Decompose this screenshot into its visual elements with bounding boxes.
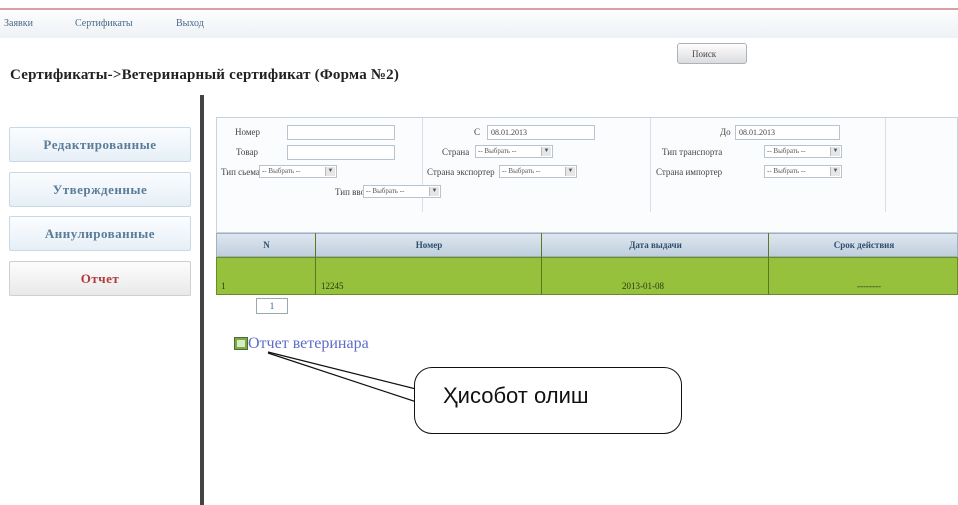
cell-date: 2013-01-08: [622, 281, 664, 291]
cell-srok: --------: [857, 281, 881, 291]
column-separator: [768, 233, 769, 295]
c-label: С: [474, 127, 481, 137]
tip-transporta-label: Тип транспорта: [662, 147, 723, 157]
select-value: -- Выбрать --: [366, 187, 405, 195]
select-value: -- Выбрать --: [767, 167, 806, 175]
nomer-label: Номер: [235, 127, 261, 137]
date-from-input[interactable]: 08.01.2013: [487, 125, 595, 140]
nav-zayavki[interactable]: Заявки: [4, 18, 33, 29]
select-value: -- Выбрать --: [262, 167, 301, 175]
dropdown-arrow-icon: ▼: [541, 147, 551, 156]
select-value: -- Выбрать --: [502, 167, 541, 175]
column-separator: [315, 233, 316, 295]
nomer-input[interactable]: [287, 125, 395, 140]
col-date-header: Дата выдачи: [629, 240, 682, 250]
dropdown-arrow-icon: ▼: [565, 167, 575, 176]
pager-page-1[interactable]: 1: [256, 298, 288, 314]
select-value: -- Выбрать --: [478, 147, 517, 155]
filter-divider: [885, 118, 886, 212]
nav-certificates[interactable]: Сертификаты: [75, 18, 133, 29]
dropdown-arrow-icon: ▼: [830, 147, 840, 156]
tovar-input[interactable]: [287, 145, 395, 160]
strana-exporter-label: Страна экспортер: [427, 167, 495, 177]
table-header: N Номер Дата выдачи Срок действия: [216, 233, 958, 257]
col-nomer-header: Номер: [415, 240, 443, 250]
tip-vvoz-select[interactable]: -- Выбрать -- ▼: [363, 185, 441, 198]
cell-n: 1: [221, 281, 226, 291]
table-row[interactable]: 1 12245 2013-01-08 --------: [216, 257, 958, 295]
search-button[interactable]: Поиск: [677, 43, 747, 64]
strana-exporter-select[interactable]: -- Выбрать -- ▼: [499, 165, 577, 178]
report-icon[interactable]: [234, 337, 248, 350]
do-label: До: [720, 127, 731, 137]
tovar-label: Товар: [236, 147, 258, 157]
top-border: [0, 8, 958, 10]
sidebar-item-cancelled[interactable]: Аннулированные: [9, 216, 191, 251]
strana-select[interactable]: -- Выбрать -- ▼: [475, 145, 553, 158]
cell-nomer: 12245: [321, 281, 344, 291]
dropdown-arrow-icon: ▼: [429, 187, 439, 196]
sidebar-item-edited[interactable]: Редактированные: [9, 127, 191, 162]
callout-text: Ҳисобот олиш: [443, 383, 589, 408]
filter-divider: [650, 118, 651, 212]
nav-logout[interactable]: Выход: [176, 18, 204, 29]
dropdown-arrow-icon: ▼: [325, 167, 335, 176]
select-value: -- Выбрать --: [767, 147, 806, 155]
sidebar-item-report[interactable]: Отчет: [9, 261, 191, 296]
dropdown-arrow-icon: ▼: [830, 167, 840, 176]
date-to-input[interactable]: 08.01.2013: [735, 125, 840, 140]
report-link[interactable]: Отчет ветеринара: [248, 335, 369, 353]
sidebar-item-approved[interactable]: Утвержденные: [9, 172, 191, 207]
column-separator: [541, 233, 542, 295]
col-srok-header: Срок действия: [833, 240, 895, 250]
col-n-header: N: [263, 240, 270, 250]
vertical-divider: [200, 95, 204, 505]
filter-panel: Номер Товар Тип сьема -- Выбрать -- ▼ Тип…: [216, 117, 958, 233]
page-title: Сертификаты->Ветеринарный сертификат (Фо…: [10, 67, 400, 83]
tip-transporta-select[interactable]: -- Выбрать -- ▼: [764, 145, 842, 158]
tip-svoma-select[interactable]: -- Выбрать -- ▼: [259, 165, 337, 178]
strana-importer-label: Страна импортер: [656, 167, 723, 177]
tip-svoma-label: Тип сьема: [221, 167, 260, 177]
strana-importer-select[interactable]: -- Выбрать -- ▼: [764, 165, 842, 178]
strana-label: Страна: [442, 147, 470, 157]
top-nav: Заявки Сертификаты Выход: [0, 12, 958, 38]
